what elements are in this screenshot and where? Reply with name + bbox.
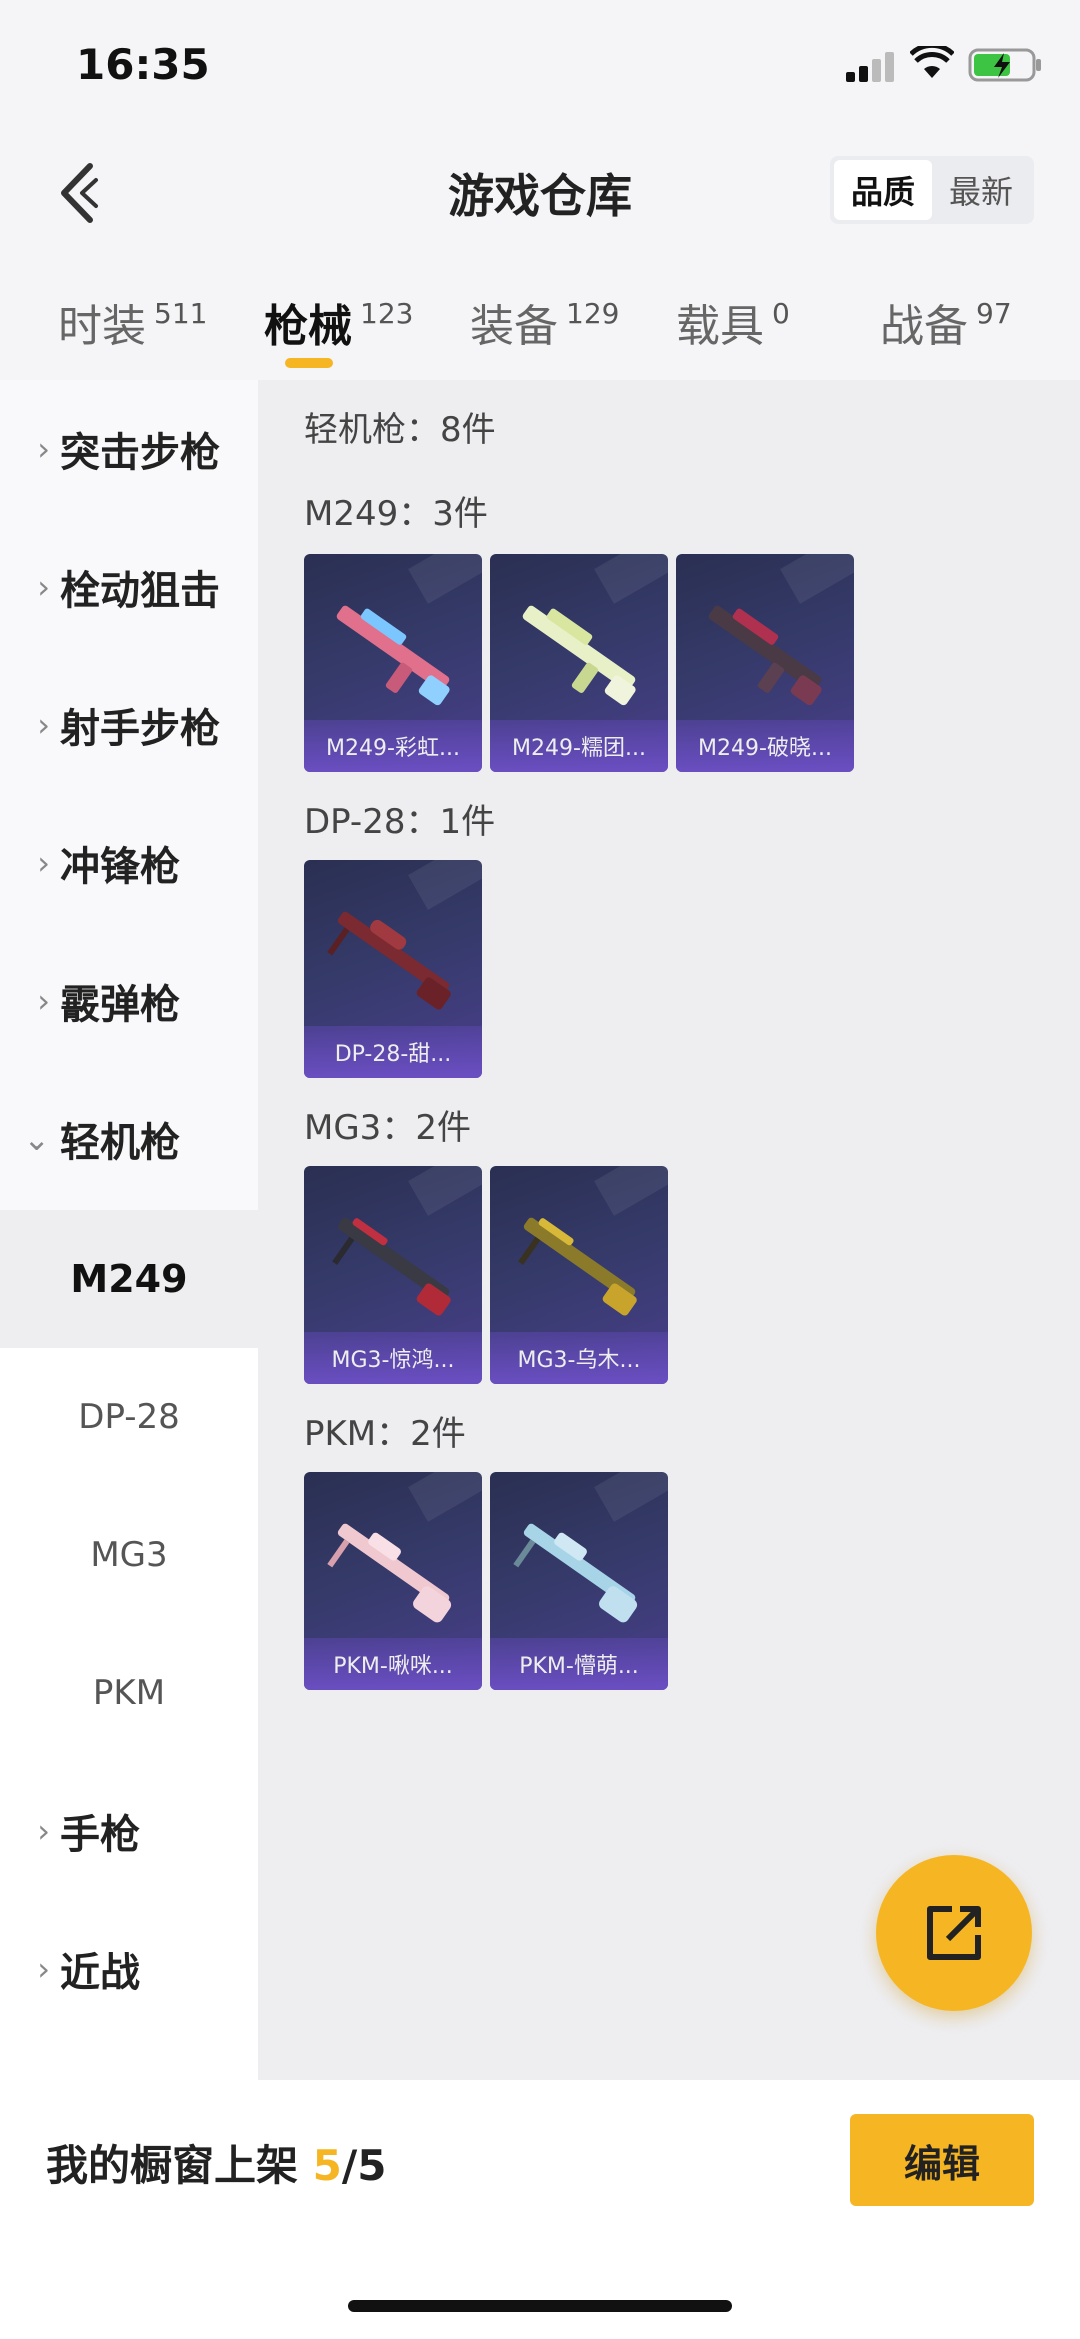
sidebar-item-smg[interactable]: › 冲锋枪 [0,794,258,932]
sidebar-item-lmg[interactable]: ⌄ 轻机枪 [0,1070,258,1208]
group-header-m249: M249：3件 [304,494,488,534]
weapon-card[interactable]: MG3-惊鸿... [304,1166,482,1384]
status-bar: 16:35 [0,0,1080,130]
sidebar-item-melee[interactable]: › 近战 [0,1900,258,2038]
chevron-right-icon: › [37,430,50,468]
chevron-right-icon: › [37,982,50,1020]
sidebar-item-assault-rifle[interactable]: › 突击步枪 [0,380,258,518]
weapon-card[interactable]: PKM-懵萌... [490,1472,668,1690]
lmg-skin-image [522,605,636,706]
lmg-skin-image [518,1217,637,1316]
weapon-card[interactable]: M249-彩虹... [304,554,482,772]
lmg-skin-image [513,1523,638,1623]
weapon-category-sidebar: › 突击步枪 › 栓动狙击 › 射手步枪 › 冲锋枪 › 霰弹枪 ⌄ 轻机枪 M249 DP… [0,380,258,2210]
sidebar-sub-mg3[interactable]: MG3 [0,1486,258,1624]
sidebar-item-bolt-sniper[interactable]: › 栓动狙击 [0,518,258,656]
chevron-right-icon: › [37,1812,50,1850]
status-time: 16:35 [76,40,210,89]
chevron-right-icon: › [37,1950,50,1988]
chevron-down-icon: ⌄ [23,1120,50,1158]
lmg-skin-image [327,911,451,1010]
weapon-card[interactable]: M249-糯团... [490,554,668,772]
sidebar-sub-dp28[interactable]: DP-28 [0,1348,258,1486]
sidebar-item-pistol[interactable]: › 手枪 [0,1762,258,1900]
tab-fashion[interactable]: 时装 511 [58,290,207,354]
wifi-icon [910,46,954,78]
weapon-card[interactable]: DP-28-甜... [304,860,482,1078]
lmg-skin-image [327,1523,452,1623]
showcase-status: 我的橱窗上架 5/5 [46,2141,387,2190]
chevron-right-icon: › [37,706,50,744]
tab-equipment[interactable]: 装备 129 [470,290,619,354]
category-tabs: 时装 511 枪械 123 装备 129 载具 0 战备 97 [0,270,1080,380]
tab-weapons[interactable]: 枪械 123 [264,290,413,354]
sidebar-sub-m249[interactable]: M249 [0,1210,258,1348]
sidebar-sub-pkm[interactable]: PKM [0,1624,258,1762]
weapon-card[interactable]: MG3-乌木... [490,1166,668,1384]
group-header-mg3: MG3：2件 [304,1108,471,1148]
lmg-skin-image [332,1217,451,1316]
sort-quality-button[interactable]: 品质 [834,160,932,220]
tab-vehicles[interactable]: 载具 0 [676,290,790,354]
lmg-skin-image [336,605,450,706]
battery-icon [968,48,1041,82]
weapon-card[interactable]: M249-破晓... [676,554,854,772]
chevron-right-icon: › [37,568,50,606]
group-header-dp28: DP-28：1件 [304,802,496,842]
chevron-right-icon: › [37,844,50,882]
lmg-skin-image [708,605,822,706]
share-export-icon [927,1906,981,1960]
weapon-grid: 轻机枪：8件 M249：3件 M249-彩虹... M249-糯团... M24… [258,380,1080,2080]
active-tab-indicator [285,358,333,368]
share-fab-button[interactable] [876,1855,1032,2011]
sidebar-item-shotgun[interactable]: › 霰弹枪 [0,932,258,1070]
tab-combat-supplies[interactable]: 战备 97 [880,290,1012,354]
sidebar-item-marksman-rifle[interactable]: › 射手步枪 [0,656,258,794]
nav-header: 游戏仓库 品质 最新 [0,130,1080,250]
weapon-card[interactable]: PKM-啾咪... [304,1472,482,1690]
category-count-header: 轻机枪：8件 [304,410,496,450]
sort-segmented-control: 品质 最新 [830,156,1034,224]
edit-button[interactable]: 编辑 [850,2114,1034,2206]
group-header-pkm: PKM：2件 [304,1414,466,1454]
signal-icon [846,52,894,82]
sort-newest-button[interactable]: 最新 [932,160,1030,220]
home-indicator[interactable] [348,2300,732,2312]
